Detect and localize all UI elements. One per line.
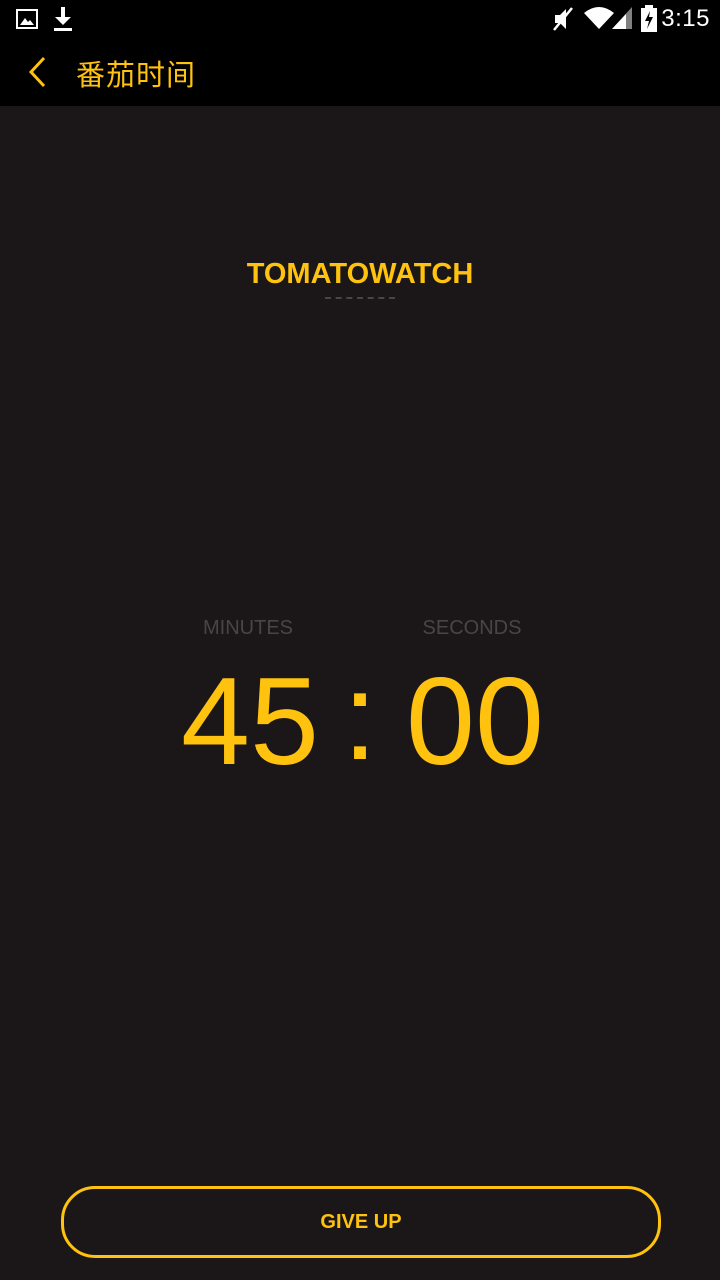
brand-title: TOMATOWATCH [246, 258, 474, 290]
timer-minutes: 45 [181, 653, 319, 791]
timer-separator: : [342, 648, 378, 786]
image-icon [16, 9, 38, 34]
download-icon [53, 6, 73, 37]
status-time: 3:15 [661, 5, 710, 32]
tomato-timer-screen: 3:15 番茄时间 TOMATOWATCH MINUTES SECONDS 45… [0, 0, 720, 1280]
status-bar: 3:15 [0, 0, 720, 38]
minutes-label: MINUTES [203, 617, 293, 639]
chevron-left-icon [18, 56, 58, 96]
mute-icon [551, 6, 575, 37]
app-bar: 番茄时间 [0, 38, 720, 106]
brand-divider [325, 297, 395, 299]
battery-charging-icon [640, 5, 658, 38]
back-button[interactable] [18, 52, 58, 92]
timer-seconds: 00 [406, 653, 544, 791]
seconds-label: SECONDS [422, 617, 522, 639]
page-title: 番茄时间 [76, 58, 197, 92]
signal-icon [611, 6, 633, 35]
give-up-button[interactable]: GIVE UP [61, 1186, 661, 1258]
